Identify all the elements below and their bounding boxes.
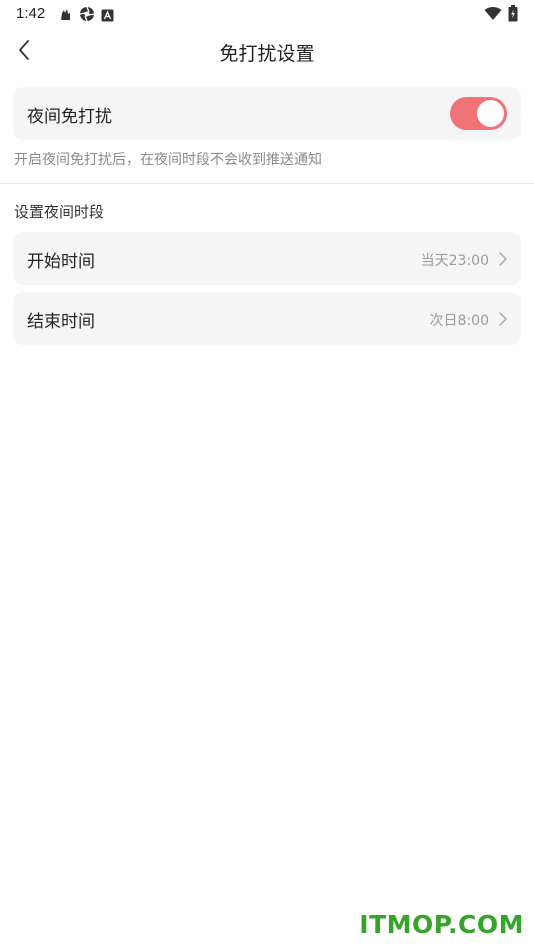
section-title: 设置夜间时段 bbox=[14, 203, 105, 221]
toggle-knob bbox=[477, 100, 504, 127]
night-mode-hint: 开启夜间免打扰后，在夜间时段不会收到推送通知 bbox=[14, 152, 322, 168]
nav-bar: 免打扰设置 bbox=[0, 30, 534, 74]
wifi-icon bbox=[484, 6, 502, 25]
divider bbox=[0, 183, 534, 184]
night-mode-label: 夜间免打扰 bbox=[27, 107, 112, 127]
aperture-icon bbox=[79, 6, 95, 26]
status-bar: 1:42 bbox=[0, 0, 534, 28]
end-time-value: 次日8:00 bbox=[429, 313, 489, 329]
night-mode-card: 夜间免打扰 bbox=[13, 87, 521, 140]
start-time-value: 当天23:00 bbox=[420, 253, 489, 269]
end-time-row[interactable]: 结束时间 次日8:00 bbox=[13, 292, 521, 345]
end-time-label: 结束时间 bbox=[27, 312, 95, 332]
start-time-row[interactable]: 开始时间 当天23:00 bbox=[13, 232, 521, 285]
page-title: 免打扰设置 bbox=[219, 43, 315, 65]
chevron-right-icon bbox=[497, 310, 509, 328]
notification-icon bbox=[58, 7, 73, 26]
start-time-label: 开始时间 bbox=[27, 252, 95, 272]
night-mode-toggle[interactable] bbox=[450, 97, 507, 130]
status-icons-left bbox=[58, 6, 114, 26]
a-square-icon bbox=[101, 7, 114, 26]
chevron-right-icon bbox=[497, 250, 509, 268]
status-icons-right bbox=[484, 5, 518, 26]
watermark: ITMOP.COM bbox=[359, 910, 524, 939]
battery-icon bbox=[508, 5, 518, 26]
status-time: 1:42 bbox=[16, 5, 46, 22]
